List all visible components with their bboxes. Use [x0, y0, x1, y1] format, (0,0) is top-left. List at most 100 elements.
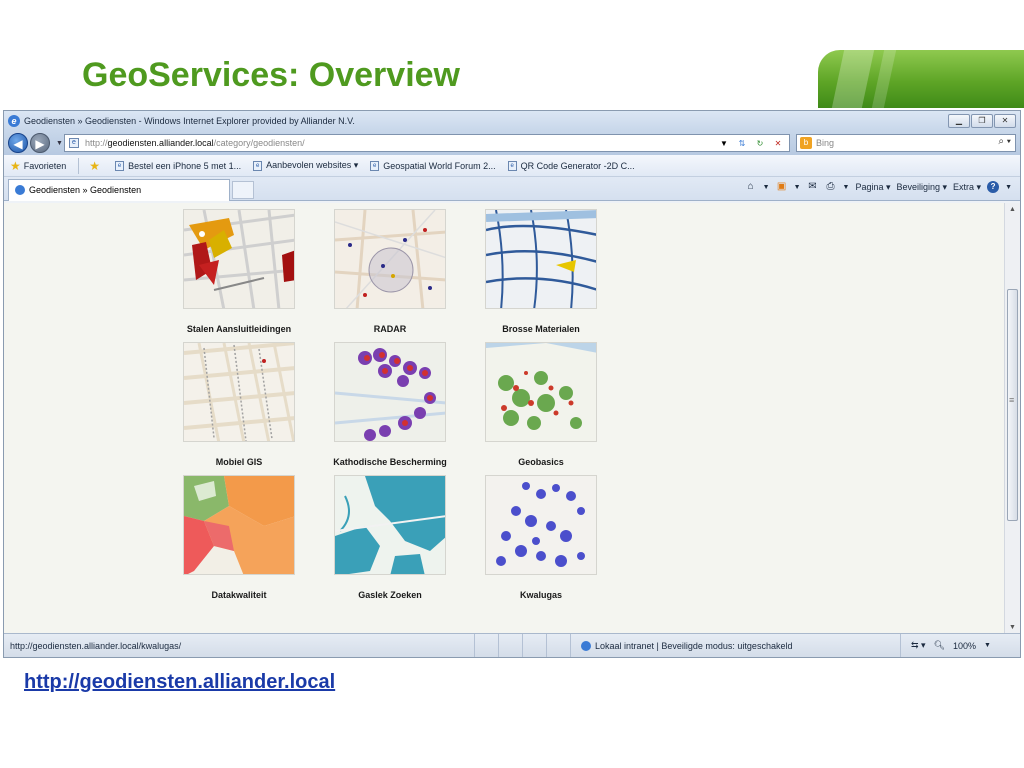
tab-geodiensten[interactable]: Geodiensten » Geodiensten	[8, 178, 230, 201]
page-icon: e	[370, 160, 380, 171]
favorite-link-geospatial[interactable]: e Geospatial World Forum 2...	[370, 160, 496, 171]
search-placeholder: Bing	[816, 138, 835, 148]
map-thumbnail-radar-circle[interactable]	[334, 209, 446, 309]
mail-icon[interactable]: ✉	[807, 181, 819, 193]
tile-radar[interactable]: RADAR	[315, 209, 465, 342]
search-icon[interactable]: ⌕ ▾	[998, 136, 1011, 147]
vertical-scrollbar[interactable]: ▲ ▼	[1004, 203, 1020, 635]
favorites-separator	[78, 157, 80, 174]
history-dropdown-icon[interactable]: ▼	[56, 140, 63, 147]
help-icon[interactable]: ?	[987, 181, 1000, 193]
zoom-dropdown-icon[interactable]: ▼	[984, 642, 991, 649]
zone-label: Lokaal intranet | Beveiligde modus: uitg…	[595, 640, 793, 651]
favorites-label: Favorieten	[23, 160, 67, 171]
tile-label[interactable]: Kwalugas	[520, 590, 562, 600]
print-icon[interactable]: ⎙	[825, 181, 837, 193]
tile-datakwaliteit[interactable]: Datakwaliteit	[164, 475, 314, 608]
tab-bar: Geodiensten » Geodiensten ⌂ ▼ ▣ ▼ ✉ ⎙ ▼ Pag…	[4, 177, 1020, 201]
scroll-up-icon[interactable]: ▲	[1005, 203, 1020, 217]
geoservices-grid: Stalen Aansluitleidingen RADAR Brosse Ma…	[164, 209, 616, 608]
tile-kwalugas[interactable]: Kwalugas	[466, 475, 616, 608]
tile-label[interactable]: Stalen Aansluitleidingen	[187, 324, 291, 334]
tile-gaslek-zoeken[interactable]: Gaslek Zoeken	[315, 475, 465, 608]
page-icon: e	[69, 138, 79, 148]
map-thumbnail-blue-dots[interactable]	[485, 475, 597, 575]
favorite-link-label: Aanbevolen websites ▾	[266, 160, 359, 170]
address-tools: ▼ ⇅ ↻ ✕	[717, 137, 785, 150]
window-title: Geodiensten » Geodiensten - Windows Inte…	[24, 116, 355, 126]
help-dropdown-icon[interactable]: ▼	[1005, 184, 1012, 191]
favorites-button[interactable]: ★ Favorieten	[10, 159, 66, 173]
bing-icon: b	[800, 137, 812, 149]
refresh-icon[interactable]: ↻	[753, 137, 767, 150]
zoom-level[interactable]: 100%	[953, 641, 976, 651]
tile-label[interactable]: Datakwaliteit	[211, 590, 266, 600]
favorite-link-iphone[interactable]: e Bestel een iPhone 5 met 1...	[115, 160, 241, 171]
tile-stalen-aansluitleidingen[interactable]: Stalen Aansluitleidingen	[164, 209, 314, 342]
security-zone[interactable]: Lokaal intranet | Beveiligde modus: uitg…	[570, 634, 900, 657]
restore-button[interactable]: ❐	[971, 114, 993, 128]
tile-geobasics[interactable]: Geobasics	[466, 342, 616, 475]
add-favorite-icon: ★	[89, 158, 101, 173]
minimize-button[interactable]: ▁	[948, 114, 970, 128]
page-icon: e	[115, 160, 125, 171]
print-dropdown-icon[interactable]: ▼	[843, 184, 850, 191]
tile-label[interactable]: Kathodische Bescherming	[333, 457, 447, 467]
close-button[interactable]: ✕	[994, 114, 1016, 128]
page-icon: e	[253, 160, 263, 171]
security-menu[interactable]: Beveiliging ▾	[896, 182, 947, 193]
zoom-icon[interactable]: 🔍︎	[934, 640, 945, 651]
page-icon: e	[507, 160, 517, 171]
back-button[interactable]: ◀	[8, 133, 28, 153]
url-path: /category/geodiensten/	[213, 138, 305, 148]
map-thumbnail-red-orange[interactable]	[183, 209, 295, 309]
add-favorite-button[interactable]: ★	[89, 159, 103, 173]
tile-label[interactable]: Brosse Materialen	[502, 324, 580, 334]
tile-label[interactable]: RADAR	[374, 324, 407, 334]
decorative-green-tab	[818, 50, 1024, 108]
rss-icon[interactable]: ▣	[776, 181, 788, 193]
home-dropdown-icon[interactable]: ▼	[763, 184, 770, 191]
rss-dropdown-icon[interactable]: ▼	[794, 184, 801, 191]
address-input[interactable]: e http://geodiensten.alliander.local/cat…	[64, 134, 790, 152]
forward-button[interactable]: ▶	[30, 133, 50, 153]
tile-kathodische-bescherming[interactable]: Kathodische Bescherming	[315, 342, 465, 475]
page-menu[interactable]: Pagina ▾	[855, 182, 890, 193]
status-cells	[474, 634, 570, 657]
stop-icon[interactable]: ✕	[771, 137, 785, 150]
slide-title: GeoServices: Overview	[82, 56, 461, 94]
favorite-link-suggested[interactable]: e Aanbevolen websites ▾	[253, 160, 358, 171]
compat-view-icon[interactable]: ⇅	[735, 137, 749, 150]
slide: GeoServices: Overview e Geodiensten » Ge…	[0, 0, 1024, 768]
ie-page-icon	[15, 185, 25, 195]
extra-menu[interactable]: Extra ▾	[953, 182, 981, 193]
home-icon[interactable]: ⌂	[745, 181, 757, 193]
tile-mobiel-gis[interactable]: Mobiel GIS	[164, 342, 314, 475]
map-thumbnail-blue-canals[interactable]	[485, 209, 597, 309]
map-thumbnail-purple-dots[interactable]	[334, 342, 446, 442]
tab-label: Geodiensten » Geodiensten	[29, 185, 142, 195]
favorite-link-label: Geospatial World Forum 2...	[383, 160, 496, 171]
geodiensten-link[interactable]: http://geodiensten.alliander.local	[24, 671, 335, 694]
status-right: ⇆ ▾ 🔍︎ 100% ▼	[900, 634, 991, 657]
intranet-globe-icon	[581, 640, 591, 651]
map-thumbnail-street-grid[interactable]	[183, 342, 295, 442]
map-thumbnail-region-colors[interactable]	[183, 475, 295, 575]
address-dropdown-icon[interactable]: ▼	[717, 137, 731, 150]
status-cell	[546, 634, 570, 657]
favorite-link-qr[interactable]: e QR Code Generator -2D C...	[507, 160, 635, 171]
search-input[interactable]: b Bing ⌕ ▾	[796, 134, 1016, 152]
new-tab-button[interactable]	[232, 180, 254, 199]
address-toolbar: ◀ ▶ ▼ e http://geodiensten.alliander.loc…	[4, 131, 1020, 155]
tile-brosse-materialen[interactable]: Brosse Materialen	[466, 209, 616, 342]
status-cell	[498, 634, 522, 657]
favorites-bar: ★ Favorieten ★ e Bestel een iPhone 5 met…	[4, 155, 1020, 177]
tile-label[interactable]: Gaslek Zoeken	[358, 590, 422, 600]
tile-label[interactable]: Geobasics	[518, 457, 564, 467]
tile-label[interactable]: Mobiel GIS	[216, 457, 263, 467]
map-thumbnail-teal-network[interactable]	[334, 475, 446, 575]
protected-mode-icon[interactable]: ⇆ ▾	[911, 640, 926, 651]
scrollbar-thumb[interactable]	[1007, 289, 1018, 521]
status-bar: http://geodiensten.alliander.local/kwalu…	[4, 633, 1020, 657]
map-thumbnail-green-red[interactable]	[485, 342, 597, 442]
